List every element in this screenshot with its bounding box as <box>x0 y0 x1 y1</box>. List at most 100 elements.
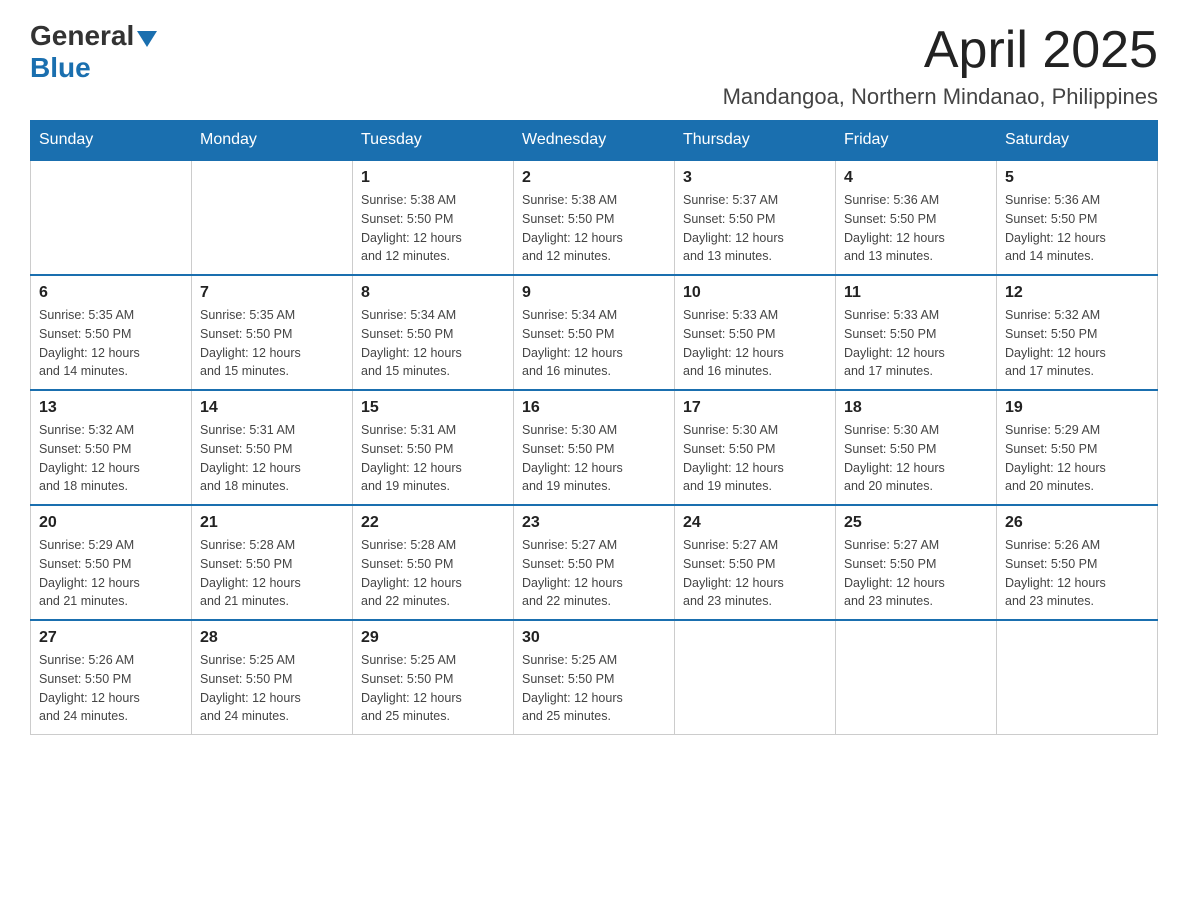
calendar-week-row: 27Sunrise: 5:26 AM Sunset: 5:50 PM Dayli… <box>31 620 1158 735</box>
day-number: 13 <box>39 399 183 417</box>
col-header-friday: Friday <box>836 121 997 161</box>
calendar-cell: 17 Sunrise: 5:30 AM Sunset: 5:50 PM Dayli… <box>675 390 836 505</box>
day-number: 21 <box>200 514 344 532</box>
day-info: Sunrise: 5:38 AM Sunset: 5:50 PM Dayligh… <box>522 191 666 266</box>
col-header-monday: Monday <box>192 121 353 161</box>
calendar-cell: 2 Sunrise: 5:38 AM Sunset: 5:50 PM Daylig… <box>514 160 675 275</box>
calendar-cell <box>675 620 836 735</box>
calendar-cell <box>31 160 192 275</box>
calendar-cell: 6 Sunrise: 5:35 AM Sunset: 5:50 PM Daylig… <box>31 275 192 390</box>
day-number: 11 <box>844 284 988 302</box>
day-info: Sunrise: 5:25 AM Sunset: 5:50 PM Dayligh… <box>361 651 505 726</box>
calendar-cell: 5Sunrise: 5:36 AM Sunset: 5:50 PM Daylig… <box>997 160 1158 275</box>
day-info: Sunrise: 5:25 AM Sunset: 5:50 PM Dayligh… <box>200 651 344 726</box>
day-info: Sunrise: 5:35 AM Sunset: 5:50 PM Dayligh… <box>39 306 183 381</box>
day-number: 4 <box>844 169 988 187</box>
calendar-cell: 11 Sunrise: 5:33 AM Sunset: 5:50 PM Dayli… <box>836 275 997 390</box>
calendar-cell <box>997 620 1158 735</box>
day-info: Sunrise: 5:32 AM Sunset: 5:50 PM Dayligh… <box>1005 306 1149 381</box>
day-info: Sunrise: 5:34 AM Sunset: 5:50 PM Dayligh… <box>361 306 505 381</box>
day-number: 24 <box>683 514 827 532</box>
col-header-tuesday: Tuesday <box>353 121 514 161</box>
calendar-cell: 13Sunrise: 5:32 AM Sunset: 5:50 PM Dayli… <box>31 390 192 505</box>
logo-arrow-icon <box>137 31 157 47</box>
col-header-sunday: Sunday <box>31 121 192 161</box>
logo-general-text: General <box>30 20 134 52</box>
calendar-cell: 14Sunrise: 5:31 AM Sunset: 5:50 PM Dayli… <box>192 390 353 505</box>
calendar-cell: 12 Sunrise: 5:32 AM Sunset: 5:50 PM Dayli… <box>997 275 1158 390</box>
calendar-cell: 16 Sunrise: 5:30 AM Sunset: 5:50 PM Dayli… <box>514 390 675 505</box>
calendar-cell: 25 Sunrise: 5:27 AM Sunset: 5:50 PM Dayli… <box>836 505 997 620</box>
day-info: Sunrise: 5:28 AM Sunset: 5:50 PM Dayligh… <box>200 536 344 611</box>
calendar-cell: 8 Sunrise: 5:34 AM Sunset: 5:50 PM Daylig… <box>353 275 514 390</box>
day-info: Sunrise: 5:31 AM Sunset: 5:50 PM Dayligh… <box>361 421 505 496</box>
day-number: 3 <box>683 169 827 187</box>
day-info: Sunrise: 5:27 AM Sunset: 5:50 PM Dayligh… <box>844 536 988 611</box>
calendar-week-row: 6 Sunrise: 5:35 AM Sunset: 5:50 PM Daylig… <box>31 275 1158 390</box>
day-info: Sunrise: 5:28 AM Sunset: 5:50 PM Dayligh… <box>361 536 505 611</box>
logo-blue-text: Blue <box>30 52 157 84</box>
calendar-cell: 23 Sunrise: 5:27 AM Sunset: 5:50 PM Dayli… <box>514 505 675 620</box>
day-info: Sunrise: 5:36 AM Sunset: 5:50 PM Dayligh… <box>844 191 988 266</box>
day-number: 17 <box>683 399 827 417</box>
day-number: 15 <box>361 399 505 417</box>
day-number: 9 <box>522 284 666 302</box>
day-info: Sunrise: 5:27 AM Sunset: 5:50 PM Dayligh… <box>683 536 827 611</box>
calendar-cell: 21 Sunrise: 5:28 AM Sunset: 5:50 PM Dayli… <box>192 505 353 620</box>
day-info: Sunrise: 5:34 AM Sunset: 5:50 PM Dayligh… <box>522 306 666 381</box>
col-header-saturday: Saturday <box>997 121 1158 161</box>
location-subtitle: Mandangoa, Northern Mindanao, Philippine… <box>723 84 1158 110</box>
day-info: Sunrise: 5:30 AM Sunset: 5:50 PM Dayligh… <box>844 421 988 496</box>
day-info: Sunrise: 5:25 AM Sunset: 5:50 PM Dayligh… <box>522 651 666 726</box>
calendar-cell: 9 Sunrise: 5:34 AM Sunset: 5:50 PM Daylig… <box>514 275 675 390</box>
day-info: Sunrise: 5:31 AM Sunset: 5:50 PM Dayligh… <box>200 421 344 496</box>
day-info: Sunrise: 5:30 AM Sunset: 5:50 PM Dayligh… <box>683 421 827 496</box>
day-info: Sunrise: 5:33 AM Sunset: 5:50 PM Dayligh… <box>844 306 988 381</box>
col-header-wednesday: Wednesday <box>514 121 675 161</box>
calendar-cell: 29 Sunrise: 5:25 AM Sunset: 5:50 PM Dayli… <box>353 620 514 735</box>
day-info: Sunrise: 5:27 AM Sunset: 5:50 PM Dayligh… <box>522 536 666 611</box>
day-number: 12 <box>1005 284 1149 302</box>
calendar-cell: 7 Sunrise: 5:35 AM Sunset: 5:50 PM Daylig… <box>192 275 353 390</box>
day-info: Sunrise: 5:38 AM Sunset: 5:50 PM Dayligh… <box>361 191 505 266</box>
day-info: Sunrise: 5:30 AM Sunset: 5:50 PM Dayligh… <box>522 421 666 496</box>
day-number: 28 <box>200 629 344 647</box>
calendar-cell: 20Sunrise: 5:29 AM Sunset: 5:50 PM Dayli… <box>31 505 192 620</box>
calendar-cell <box>192 160 353 275</box>
day-info: Sunrise: 5:36 AM Sunset: 5:50 PM Dayligh… <box>1005 191 1149 266</box>
day-number: 8 <box>361 284 505 302</box>
calendar-header-row: SundayMondayTuesdayWednesdayThursdayFrid… <box>31 121 1158 161</box>
calendar-cell: 15 Sunrise: 5:31 AM Sunset: 5:50 PM Dayli… <box>353 390 514 505</box>
calendar-cell: 27Sunrise: 5:26 AM Sunset: 5:50 PM Dayli… <box>31 620 192 735</box>
day-number: 26 <box>1005 514 1149 532</box>
day-number: 7 <box>200 284 344 302</box>
calendar-week-row: 13Sunrise: 5:32 AM Sunset: 5:50 PM Dayli… <box>31 390 1158 505</box>
day-number: 25 <box>844 514 988 532</box>
day-info: Sunrise: 5:33 AM Sunset: 5:50 PM Dayligh… <box>683 306 827 381</box>
month-year-title: April 2025 <box>723 20 1158 80</box>
calendar-cell: 18Sunrise: 5:30 AM Sunset: 5:50 PM Dayli… <box>836 390 997 505</box>
day-info: Sunrise: 5:29 AM Sunset: 5:50 PM Dayligh… <box>1005 421 1149 496</box>
calendar-cell: 22Sunrise: 5:28 AM Sunset: 5:50 PM Dayli… <box>353 505 514 620</box>
logo: General Blue <box>30 20 157 84</box>
day-number: 1 <box>361 169 505 187</box>
calendar-table: SundayMondayTuesdayWednesdayThursdayFrid… <box>30 120 1158 735</box>
col-header-thursday: Thursday <box>675 121 836 161</box>
day-number: 2 <box>522 169 666 187</box>
calendar-cell: 26 Sunrise: 5:26 AM Sunset: 5:50 PM Dayli… <box>997 505 1158 620</box>
calendar-cell: 3Sunrise: 5:37 AM Sunset: 5:50 PM Daylig… <box>675 160 836 275</box>
calendar-week-row: 20Sunrise: 5:29 AM Sunset: 5:50 PM Dayli… <box>31 505 1158 620</box>
calendar-cell: 30Sunrise: 5:25 AM Sunset: 5:50 PM Dayli… <box>514 620 675 735</box>
day-number: 27 <box>39 629 183 647</box>
day-number: 6 <box>39 284 183 302</box>
calendar-week-row: 1 Sunrise: 5:38 AM Sunset: 5:50 PM Daylig… <box>31 160 1158 275</box>
day-number: 19 <box>1005 399 1149 417</box>
day-number: 29 <box>361 629 505 647</box>
calendar-cell: 28 Sunrise: 5:25 AM Sunset: 5:50 PM Dayli… <box>192 620 353 735</box>
calendar-cell: 19 Sunrise: 5:29 AM Sunset: 5:50 PM Dayli… <box>997 390 1158 505</box>
day-number: 23 <box>522 514 666 532</box>
day-info: Sunrise: 5:26 AM Sunset: 5:50 PM Dayligh… <box>1005 536 1149 611</box>
day-number: 16 <box>522 399 666 417</box>
day-info: Sunrise: 5:35 AM Sunset: 5:50 PM Dayligh… <box>200 306 344 381</box>
day-number: 10 <box>683 284 827 302</box>
